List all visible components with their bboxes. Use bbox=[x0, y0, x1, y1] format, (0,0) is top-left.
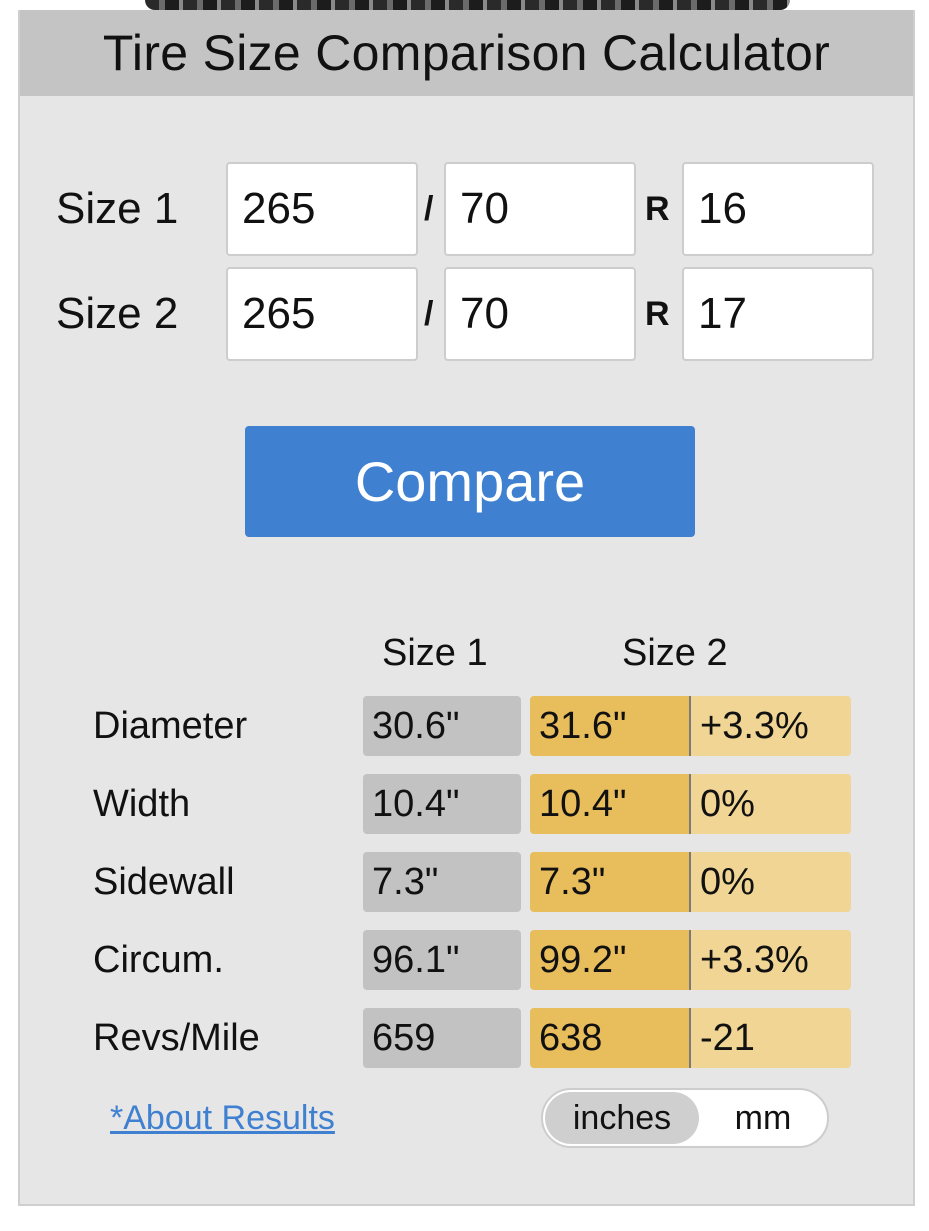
result-size-1-value: 30.6" bbox=[363, 696, 521, 756]
result-label: Diameter bbox=[93, 705, 248, 747]
size-2-label: Size 2 bbox=[56, 289, 179, 338]
result-size-2-value: 10.4" bbox=[530, 774, 691, 834]
unit-inches-option[interactable]: inches bbox=[545, 1092, 699, 1144]
size-1-label: Size 1 bbox=[56, 184, 179, 233]
size-2-slash: / bbox=[424, 295, 434, 333]
result-size-2-value: 31.6" bbox=[530, 696, 691, 756]
result-size-1-value: 10.4" bbox=[363, 774, 521, 834]
results-header-size-2: Size 2 bbox=[622, 632, 728, 674]
result-label: Width bbox=[93, 783, 191, 825]
unit-mm-option[interactable]: mm bbox=[699, 1092, 827, 1144]
size-1-r-separator: R bbox=[645, 190, 670, 228]
size-1-row: Size 1 265 / 70 R 16 bbox=[20, 162, 913, 256]
result-difference: 0% bbox=[691, 852, 851, 912]
unit-toggle[interactable]: inches mm bbox=[541, 1088, 829, 1148]
result-size-2-value: 638 bbox=[530, 1008, 691, 1068]
about-results-link[interactable]: *About Results bbox=[110, 1096, 335, 1140]
result-difference: +3.3% bbox=[691, 930, 851, 990]
size-1-aspect-input[interactable]: 70 bbox=[444, 162, 636, 256]
size-2-width-input[interactable]: 265 bbox=[226, 267, 418, 361]
result-size-1-value: 659 bbox=[363, 1008, 521, 1068]
page-title: Tire Size Comparison Calculator bbox=[102, 25, 831, 81]
size-2-row: Size 2 265 / 70 R 17 bbox=[20, 267, 913, 361]
result-size-1-value: 7.3" bbox=[363, 852, 521, 912]
result-row-sidewall: Sidewall 7.3" 7.3" 0% bbox=[20, 852, 913, 912]
result-row-revs-per-mile: Revs/Mile 659 638 -21 bbox=[20, 1008, 913, 1068]
result-size-2-value: 7.3" bbox=[530, 852, 691, 912]
result-difference: 0% bbox=[691, 774, 851, 834]
size-2-rim-input[interactable]: 17 bbox=[682, 267, 874, 361]
size-1-slash: / bbox=[424, 190, 434, 228]
result-row-width: Width 10.4" 10.4" 0% bbox=[20, 774, 913, 834]
size-1-width-input[interactable]: 265 bbox=[226, 162, 418, 256]
compare-button[interactable]: Compare bbox=[245, 426, 695, 537]
result-difference: +3.3% bbox=[691, 696, 851, 756]
size-1-rim-input[interactable]: 16 bbox=[682, 162, 874, 256]
size-2-r-separator: R bbox=[645, 295, 670, 333]
calculator-panel: Tire Size Comparison Calculator Size 1 2… bbox=[18, 10, 915, 1206]
tire-image-strip bbox=[145, 0, 790, 10]
result-size-1-value: 96.1" bbox=[363, 930, 521, 990]
result-label: Sidewall bbox=[93, 861, 235, 903]
result-row-circumference: Circum. 96.1" 99.2" +3.3% bbox=[20, 930, 913, 990]
result-size-2-value: 99.2" bbox=[530, 930, 691, 990]
result-difference: -21 bbox=[691, 1008, 851, 1068]
size-2-aspect-input[interactable]: 70 bbox=[444, 267, 636, 361]
result-label: Circum. bbox=[93, 939, 224, 981]
title-bar: Tire Size Comparison Calculator bbox=[20, 10, 913, 96]
results-header-size-1: Size 1 bbox=[382, 632, 488, 674]
result-label: Revs/Mile bbox=[93, 1017, 260, 1059]
result-row-diameter: Diameter 30.6" 31.6" +3.3% bbox=[20, 696, 913, 756]
